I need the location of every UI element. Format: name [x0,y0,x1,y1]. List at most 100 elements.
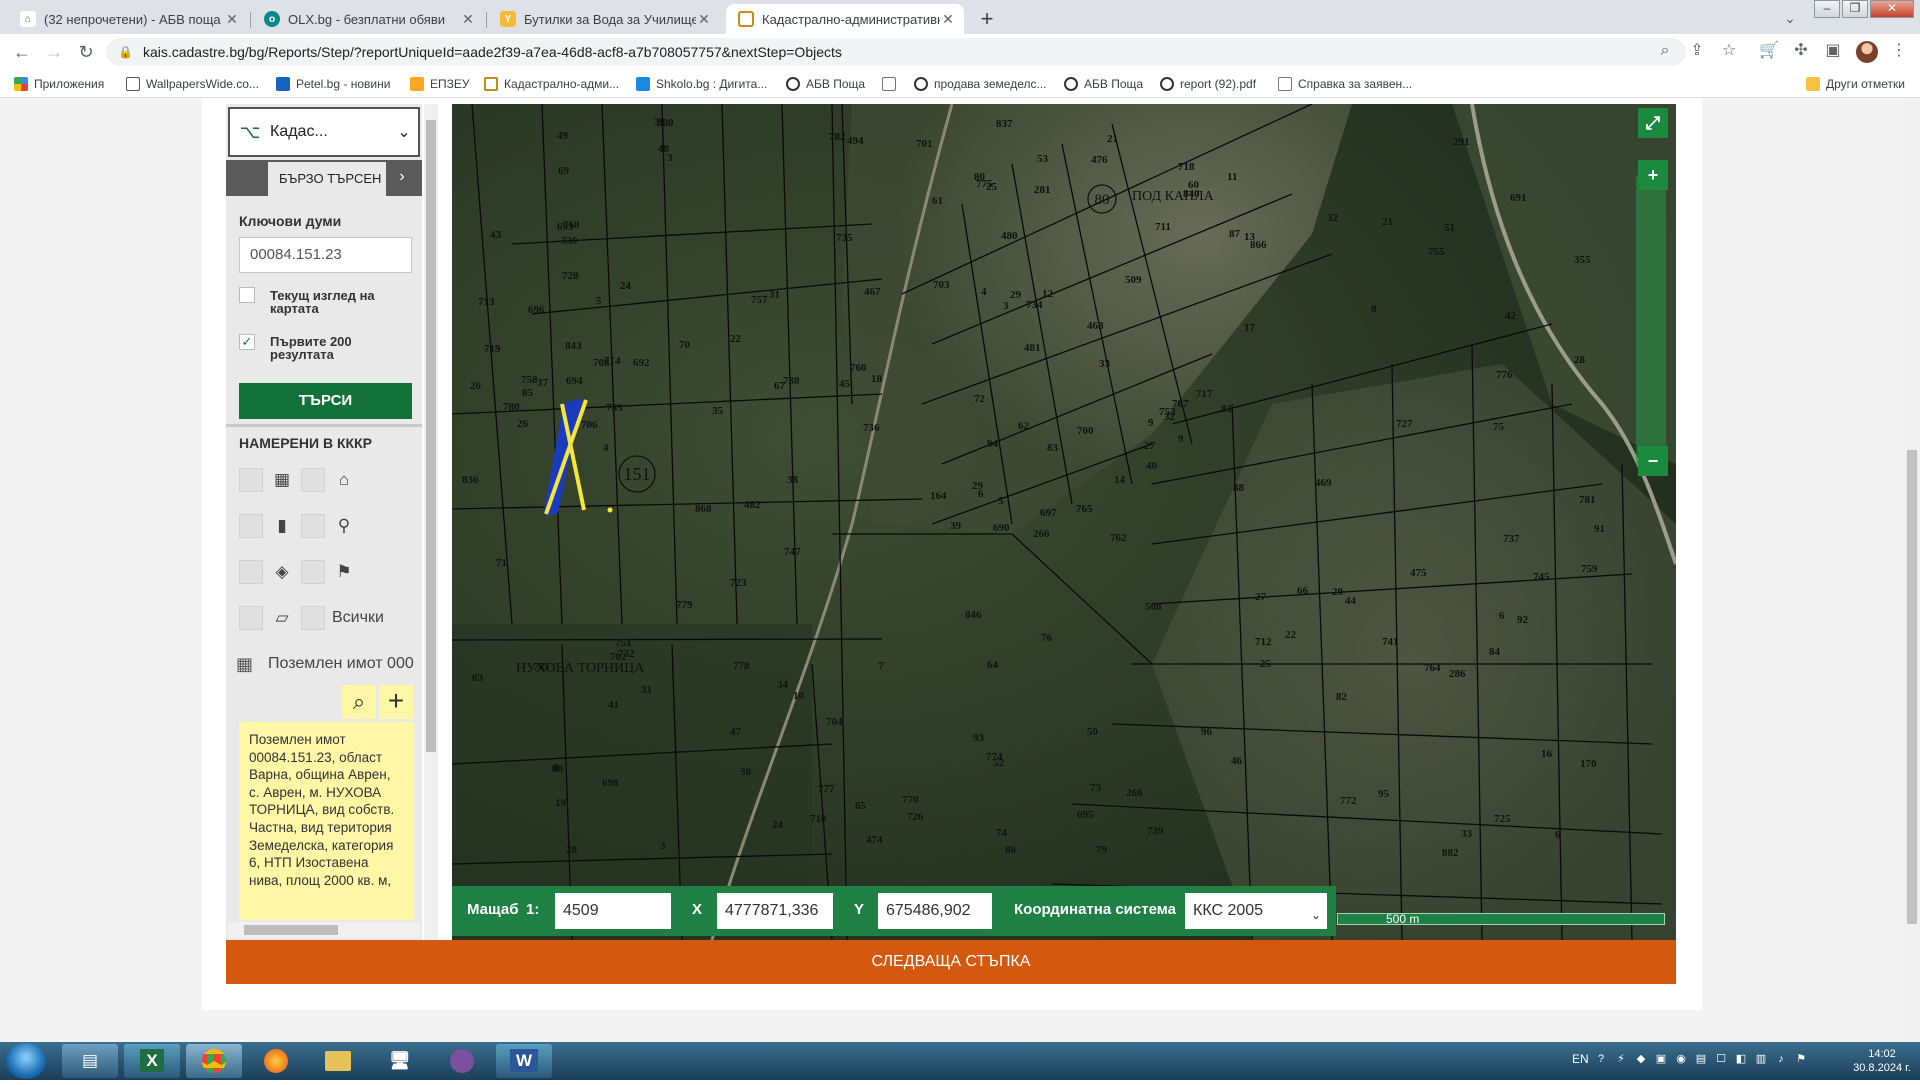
maximize-button[interactable]: ❐ [1842,0,1868,18]
language-indicator[interactable]: EN [1572,1052,1589,1066]
start-button[interactable] [6,1043,46,1079]
cart-icon[interactable]: 🛒 [1758,40,1780,62]
taskbar-explorer[interactable] [310,1044,366,1078]
bookmark-star-icon[interactable]: ☆ [1718,40,1740,62]
menu-kebab-icon[interactable]: ⋮ [1888,40,1910,62]
add-result-button[interactable]: + [379,685,413,719]
bookmark-abv-mail-2[interactable]: АБВ Поща [1064,75,1143,93]
layer-select[interactable]: ⌥ Кадас... ⌄ [228,107,420,157]
tray-app-icon[interactable]: ◉ [1674,1052,1688,1066]
tab-search-chevron-icon[interactable]: ⌄ [1778,6,1802,30]
page-scroll-thumb[interactable] [1907,450,1917,924]
filter-address-checkbox[interactable] [301,514,325,538]
map-canvas[interactable]: 2665689101112131436435539173433311819302… [452,104,1676,940]
current-view-checkbox[interactable] [239,287,255,303]
expand-icon: ⤢ [1645,113,1661,133]
parcel-number: 34 [777,679,789,691]
parcel-number: 12 [1042,288,1054,300]
bookmark-shkolo[interactable]: Shkolo.bg : Дигита... [636,75,767,93]
zoom-to-result-button[interactable]: ⌕ [342,685,376,719]
profile-avatar[interactable] [1856,41,1878,63]
taskbar-chrome[interactable] [186,1044,242,1078]
clock[interactable]: 14:02 30.8.2024 г. [1850,1047,1914,1075]
back-button[interactable]: ← [10,40,34,64]
bookmark-report-pdf[interactable]: report (92).pdf [1160,75,1256,93]
bookmark-cadastre[interactable]: Кадастрално-адми... [484,75,619,93]
y-coordinate-field[interactable]: 675486,902 [878,893,992,929]
tray-app-icon[interactable]: ◆ [1634,1052,1648,1066]
zoom-slider[interactable] [1636,176,1666,466]
close-icon[interactable]: ✕ [224,11,240,28]
taskbar-word[interactable]: W [496,1044,552,1078]
tray-app-icon[interactable]: ◧ [1734,1052,1748,1066]
taskbar-viber[interactable] [434,1044,490,1078]
minimize-button[interactable]: – [1814,0,1840,18]
cadastral-map[interactable]: 266 5 6 8 9 10 11 12 13 14 3 6 4 355 39 17 3 4 33 31 18 19 30 2… [452,104,1676,940]
share-icon[interactable]: ⇪ [1686,40,1708,62]
new-tab-button[interactable]: + [974,7,1000,33]
result-item[interactable]: ▦ Поземлен имот 000 [236,648,420,680]
x-coordinate-field[interactable]: 4777871,336 [717,893,833,929]
filter-layers-checkbox[interactable] [239,560,263,584]
bookmark-wallpaperswide[interactable]: WallpapersWide.co... [126,75,259,93]
fullscreen-button[interactable]: ⤢ [1638,108,1668,138]
parcel-number: 700 [1077,425,1094,437]
bookmark-epzeu[interactable]: ЕПЗЕУ [410,75,470,93]
tab-bottles[interactable]: Y Бутилки за Вода за Училище | M ✕ [488,4,720,34]
volume-icon[interactable]: ♪ [1774,1052,1788,1066]
zoom-icon[interactable]: ⌕ [1654,40,1676,62]
parcel-number: 82 [1336,691,1348,703]
close-window-button[interactable]: ✕ [1870,0,1914,18]
bookmark-petel[interactable]: Petel.bg - новини [276,75,390,93]
tray-app-icon[interactable]: ▥ [1754,1052,1768,1066]
taskbar-firefox[interactable] [248,1044,304,1078]
filter-buildings-checkbox[interactable] [301,468,325,492]
tab-cadastre[interactable]: Кадастрално-административна ✕ [726,4,964,34]
side-panel-icon[interactable]: ▣ [1822,40,1844,62]
parcel-number: 745 [1533,571,1550,583]
bookmark-image[interactable] [882,75,902,93]
tab-olx[interactable]: o OLX.bg - безплатни обяви ✕ [252,4,484,34]
bookmark-abv-mail[interactable]: АБВ Поща [786,75,865,93]
chevron-right-icon[interactable]: › [390,166,414,190]
bookmark-prodava[interactable]: продава земеделс... [914,75,1047,93]
keywords-input[interactable]: 00084.151.23 [239,237,412,273]
taskbar-network-app[interactable]: 🖥 [372,1044,428,1078]
filter-points-checkbox[interactable] [301,560,325,584]
network-icon[interactable]: ⚡ [1614,1052,1628,1066]
tray-app-icon[interactable]: ▣ [1654,1052,1668,1066]
panel-hscroll-thumb[interactable] [244,925,338,935]
filter-polygon-checkbox[interactable] [239,606,263,630]
zoom-out-button[interactable]: − [1638,446,1668,476]
zoom-in-button[interactable]: + [1638,160,1668,190]
panel-scroll-thumb[interactable] [426,120,436,752]
filter-all-checkbox[interactable] [301,606,325,630]
tab-abv-mail[interactable]: ⌂ (32 непрочетени) - АБВ поща ✕ [8,4,248,34]
forward-button[interactable]: → [42,40,66,64]
extensions-icon[interactable]: ✣ [1790,40,1812,62]
tray-app-icon[interactable]: ☐ [1714,1052,1728,1066]
taskbar-app-manager[interactable]: ▤ [62,1044,118,1078]
filter-parcels-checkbox[interactable] [239,468,263,492]
close-icon[interactable]: ✕ [940,11,956,28]
help-icon[interactable]: ? [1594,1052,1608,1066]
bookmark-apps[interactable]: Приложения [14,75,104,93]
address-bar[interactable]: 🔒 kais.cadastre.bg/bg/Reports/Step/?repo… [106,38,1686,66]
close-icon[interactable]: ✕ [460,11,476,28]
next-step-button[interactable]: СЛЕДВАЩА СТЪПКА [226,940,1676,984]
filter-apartments-checkbox[interactable] [239,514,263,538]
close-icon[interactable]: ✕ [696,11,712,28]
parcel-number: 4 [603,442,609,454]
parcel-number: 266 [1033,528,1050,540]
tray-app-icon[interactable]: ▤ [1694,1052,1708,1066]
reload-button[interactable]: ↻ [74,40,98,64]
bookmark-spravka[interactable]: Справка за заявен... [1278,75,1412,93]
taskbar-excel[interactable]: X [124,1044,180,1078]
first-200-checkbox[interactable]: ✓ [239,334,255,350]
search-button[interactable]: ТЪРСИ [239,383,412,419]
coordinate-system-select[interactable]: ККС 2005 ⌄ [1185,893,1327,929]
other-bookmarks[interactable]: Други отметки [1806,75,1905,93]
scale-input[interactable]: 4509 [555,893,671,929]
flag-icon[interactable]: ⚑ [1794,1052,1808,1066]
tab-quick-search[interactable]: БЪРЗО ТЪРСЕН [268,162,386,196]
